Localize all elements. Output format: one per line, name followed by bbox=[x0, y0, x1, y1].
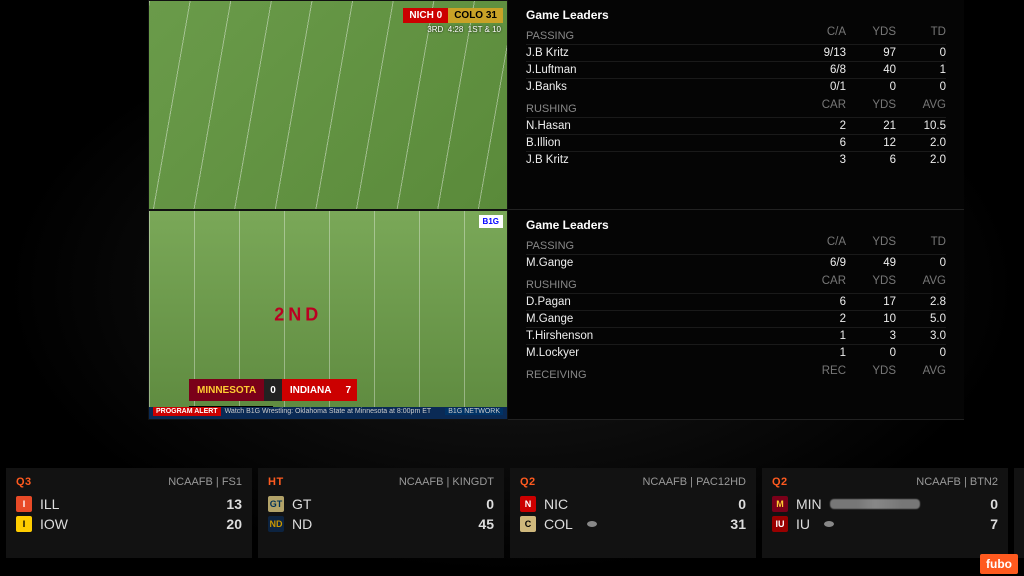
rushing-section: RUSHING CAR YDS AVG N.Hasan22110.5 B.Ill… bbox=[526, 97, 946, 168]
team-line: NNIC0 bbox=[520, 496, 746, 512]
scorebug-home: COLO 31 bbox=[448, 8, 503, 23]
stat-row: J.B Kritz362.0 bbox=[526, 151, 946, 168]
team-line: NDND45 bbox=[268, 516, 494, 532]
possession-icon bbox=[824, 521, 834, 527]
team-line: CCOL31 bbox=[520, 516, 746, 532]
rushing-section: RUSHING CAR YDS AVG D.Pagan6172.8 M.Gang… bbox=[526, 273, 946, 361]
stat-row: N.Hasan22110.5 bbox=[526, 117, 946, 134]
passing-section: PASSING C/A YDS TD J.B Kritz9/13970 J.Lu… bbox=[526, 24, 946, 95]
team-logo-icon: IU bbox=[772, 516, 788, 532]
stats-panel-1[interactable]: Game Leaders PASSING C/A YDS TD J.B Krit… bbox=[508, 0, 964, 209]
scorebug-away: NICH 0 bbox=[403, 8, 448, 23]
score-card[interactable]: Q2NCAAFB | BTN2 MMIN0 IUIU7 bbox=[762, 468, 1008, 558]
team-line: MMIN0 bbox=[772, 496, 998, 512]
multiview-area: NICH 0 COLO 31 3RD 4:28 1ST & 10 Game Le… bbox=[0, 0, 1024, 442]
stat-row: J.Banks0/100 bbox=[526, 78, 946, 95]
stats-panel-2[interactable]: Game Leaders PASSING C/A YDS TD M.Gange6… bbox=[508, 210, 964, 419]
scorebug-2: MINNESOTA 0 INDIANA 7 bbox=[189, 379, 357, 401]
video-feed-2[interactable]: B1G 2ND MINNESOTA 0 INDIANA 7 2ND 13:38 … bbox=[148, 210, 508, 420]
video-feed-1[interactable]: NICH 0 COLO 31 3RD 4:28 1ST & 10 bbox=[148, 0, 508, 210]
team-line: IUIU7 bbox=[772, 516, 998, 532]
stat-row: M.Lockyer100 bbox=[526, 344, 946, 361]
stat-row: J.B Kritz9/13970 bbox=[526, 44, 946, 61]
score-card[interactable]: HTNCAAFB | KINGDT GTGT0 NDND45 bbox=[258, 468, 504, 558]
team-line: IILL13 bbox=[16, 496, 242, 512]
possession-icon bbox=[587, 521, 597, 527]
score-strip[interactable]: Q3NCAAFB | FS1 IILL13 IIOW20 HTNCAAFB | … bbox=[0, 468, 1024, 558]
scorebug-1: NICH 0 COLO 31 bbox=[403, 5, 503, 25]
network-badge: B1G bbox=[479, 215, 503, 228]
stats-title: Game Leaders bbox=[526, 8, 946, 22]
game-row-2: B1G 2ND MINNESOTA 0 INDIANA 7 2ND 13:38 … bbox=[148, 210, 964, 420]
stat-row: T.Hirshenson133.0 bbox=[526, 327, 946, 344]
score-card[interactable]: Q2NCAAFB | PAC12HD NNIC0 CCOL31 bbox=[510, 468, 756, 558]
redacted-icon bbox=[830, 499, 920, 509]
game-row-1: NICH 0 COLO 31 3RD 4:28 1ST & 10 Game Le… bbox=[148, 0, 964, 210]
program-ticker: PROGRAM ALERTWatch B1G Wrestling: Oklaho… bbox=[149, 407, 507, 419]
team-logo-icon: I bbox=[16, 496, 32, 512]
team-line: GTGT0 bbox=[268, 496, 494, 512]
stats-title: Game Leaders bbox=[526, 218, 946, 232]
stat-row: D.Pagan6172.8 bbox=[526, 293, 946, 310]
stat-row: B.Illion6122.0 bbox=[526, 134, 946, 151]
team-line: IIOW20 bbox=[16, 516, 242, 532]
team-logo-icon: M bbox=[772, 496, 788, 512]
field-marker: 2ND bbox=[274, 305, 322, 326]
team-logo-icon: I bbox=[16, 516, 32, 532]
score-card[interactable]: Q1 M M bbox=[1014, 468, 1024, 558]
brand-badge[interactable]: fubo bbox=[980, 554, 1018, 574]
team-logo-icon: C bbox=[520, 516, 536, 532]
scorebug-info-1: 3RD 4:28 1ST & 10 bbox=[427, 25, 501, 34]
team-logo-icon: GT bbox=[268, 496, 284, 512]
passing-section: PASSING C/A YDS TD M.Gange6/9490 bbox=[526, 234, 946, 271]
score-card[interactable]: Q3NCAAFB | FS1 IILL13 IIOW20 bbox=[6, 468, 252, 558]
stat-row: J.Luftman6/8401 bbox=[526, 61, 946, 78]
team-logo-icon: N bbox=[520, 496, 536, 512]
team-logo-icon: ND bbox=[268, 516, 284, 532]
stat-row: M.Gange6/9490 bbox=[526, 254, 946, 271]
stat-row: M.Gange2105.0 bbox=[526, 310, 946, 327]
receiving-section: RECEIVING REC YDS AVG bbox=[526, 363, 946, 383]
